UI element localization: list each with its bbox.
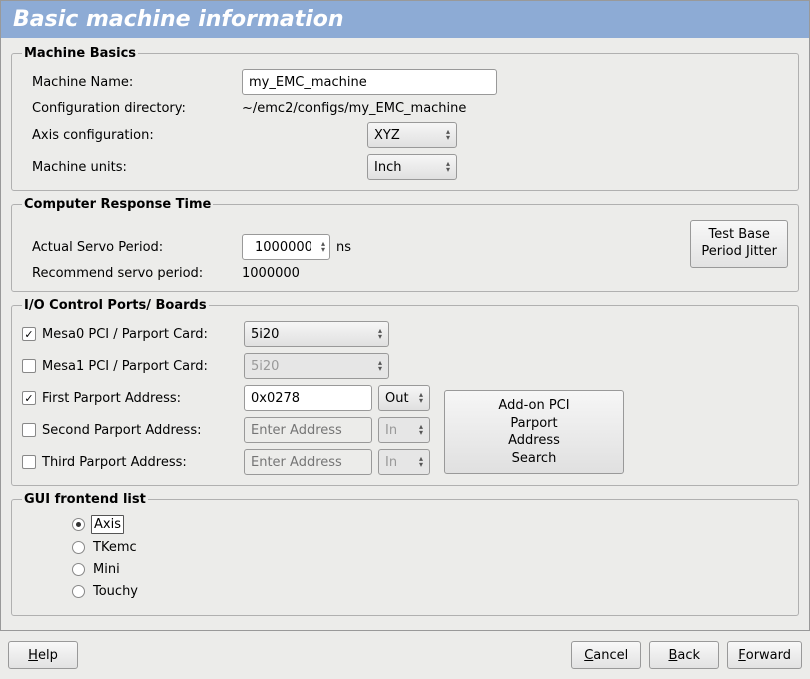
gui-legend: GUI frontend list — [22, 492, 148, 507]
help-button[interactable]: Help — [8, 641, 78, 669]
updown-icon: ▴▾ — [446, 161, 450, 173]
test-jitter-button[interactable]: Test Base Period Jitter — [690, 220, 788, 268]
servo-period-input[interactable] — [249, 234, 317, 260]
pp3-label: Third Parport Address: — [42, 455, 187, 470]
mesa0-checkbox[interactable] — [22, 327, 36, 341]
mesa1-value: 5i20 — [251, 359, 279, 374]
updown-icon: ▴▾ — [419, 456, 423, 468]
axis-config-select[interactable]: XYZ ▴▾ — [367, 122, 457, 148]
response-time-group: Computer Response Time Actual Servo Peri… — [11, 197, 799, 292]
main-content: Machine Basics Machine Name: Configurati… — [0, 38, 810, 631]
updown-icon: ▴▾ — [378, 328, 382, 340]
pp2-dir-value: In — [385, 423, 397, 438]
pp2-dir-select: In ▴▾ — [378, 417, 430, 443]
response-time-legend: Computer Response Time — [22, 197, 213, 212]
gui-radio-axis[interactable] — [72, 518, 85, 531]
mesa0-value: 5i20 — [251, 327, 279, 342]
recommend-period-value: 1000000 — [242, 266, 300, 281]
axis-config-value: XYZ — [374, 128, 400, 143]
gui-label-axis[interactable]: Axis — [91, 515, 124, 534]
machine-units-select[interactable]: Inch ▴▾ — [367, 154, 457, 180]
servo-period-label: Actual Servo Period: — [22, 240, 242, 255]
pp3-checkbox[interactable] — [22, 455, 36, 469]
recommend-period-label: Recommend servo period: — [22, 266, 242, 281]
pp2-label: Second Parport Address: — [42, 423, 201, 438]
gui-label-mini[interactable]: Mini — [91, 561, 122, 578]
test-jitter-line2: Period Jitter — [701, 244, 777, 261]
machine-name-label: Machine Name: — [22, 75, 242, 90]
updown-icon[interactable]: ▴▾ — [321, 241, 325, 253]
machine-basics-legend: Machine Basics — [22, 46, 138, 61]
config-dir-value: ~/emc2/configs/my_EMC_machine — [242, 101, 466, 116]
pp1-dir-select[interactable]: Out ▴▾ — [378, 385, 430, 411]
pp3-address-input — [244, 449, 372, 475]
servo-period-spinner[interactable]: ▴▾ — [242, 234, 330, 260]
pp1-checkbox[interactable] — [22, 391, 36, 405]
gui-group: GUI frontend list Axis TKemc Mini Touchy — [11, 492, 799, 616]
pp1-label: First Parport Address: — [42, 391, 181, 406]
pp2-checkbox[interactable] — [22, 423, 36, 437]
machine-name-input[interactable] — [242, 69, 497, 95]
mesa0-select[interactable]: 5i20 ▴▾ — [244, 321, 389, 347]
machine-units-label: Machine units: — [22, 160, 242, 175]
footer: Help Cancel Back Forward — [0, 631, 810, 679]
addon-line4: Search — [459, 450, 609, 468]
mesa0-label: Mesa0 PCI / Parport Card: — [42, 327, 208, 342]
gui-label-tkemc[interactable]: TKemc — [91, 539, 139, 556]
mesa1-label: Mesa1 PCI / Parport Card: — [42, 359, 208, 374]
addon-line2: Parport — [459, 415, 609, 433]
machine-basics-group: Machine Basics Machine Name: Configurati… — [11, 46, 799, 191]
addon-line1: Add-on PCI — [459, 397, 609, 415]
updown-icon: ▴▾ — [419, 392, 423, 404]
io-legend: I/O Control Ports/ Boards — [22, 298, 209, 313]
pp3-dir-select: In ▴▾ — [378, 449, 430, 475]
pp3-dir-value: In — [385, 455, 397, 470]
updown-icon: ▴▾ — [446, 129, 450, 141]
io-group: I/O Control Ports/ Boards Mesa0 PCI / Pa… — [11, 298, 799, 486]
servo-period-unit: ns — [336, 240, 351, 255]
mesa1-checkbox[interactable] — [22, 359, 36, 373]
cancel-button[interactable]: Cancel — [571, 641, 641, 669]
addon-line3: Address — [459, 432, 609, 450]
updown-icon: ▴▾ — [378, 360, 382, 372]
config-dir-label: Configuration directory: — [22, 101, 242, 116]
back-button[interactable]: Back — [649, 641, 719, 669]
gui-label-touchy[interactable]: Touchy — [91, 583, 140, 600]
addon-search-button[interactable]: Add-on PCI Parport Address Search — [444, 390, 624, 474]
axis-config-label: Axis configuration: — [22, 128, 242, 143]
gui-radio-tkemc[interactable] — [72, 541, 85, 554]
updown-icon: ▴▾ — [419, 424, 423, 436]
window-title: Basic machine information — [0, 0, 810, 38]
pp2-address-input — [244, 417, 372, 443]
mesa1-select: 5i20 ▴▾ — [244, 353, 389, 379]
gui-radio-mini[interactable] — [72, 563, 85, 576]
test-jitter-line1: Test Base — [701, 227, 777, 244]
forward-button[interactable]: Forward — [727, 641, 802, 669]
pp1-address-input[interactable] — [244, 385, 372, 411]
pp1-dir-value: Out — [385, 391, 409, 406]
machine-units-value: Inch — [374, 160, 401, 175]
gui-radio-touchy[interactable] — [72, 585, 85, 598]
